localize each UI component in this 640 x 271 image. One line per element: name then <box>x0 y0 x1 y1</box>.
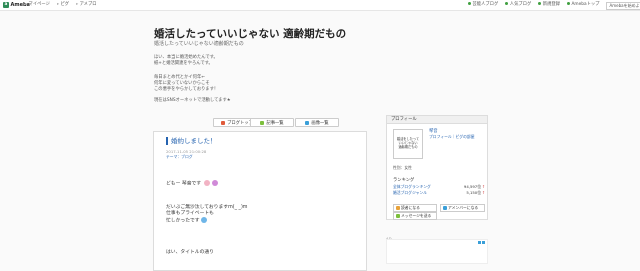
blog-subtitle: 婚活したっていいじゃない適齢期だもの <box>154 41 244 47</box>
dot-icon <box>566 2 570 5</box>
reader-icon <box>396 206 400 210</box>
list-icon <box>260 120 265 125</box>
ranking-row-genre[interactable]: 婚活ブログジャンル 5,150位 ↑ <box>393 190 485 196</box>
reader-button[interactable]: 読者になる <box>393 204 437 212</box>
blog-title[interactable]: 婚活したっていいじゃない 適齢期だもの <box>154 26 346 41</box>
blog-description-1: ほい、本当に婚活始めたんです。 紙+と婚活関連をやろんです。 <box>154 55 218 66</box>
image-list-button[interactable]: 画像一覧 <box>295 118 339 127</box>
home-icon <box>221 120 226 125</box>
global-nav: マイページ ピグ アメブロ <box>25 0 97 10</box>
image-icon <box>305 120 310 125</box>
ameba-logo-icon: a <box>3 2 9 8</box>
nav-link-pigg[interactable]: ピグ <box>57 0 69 10</box>
dot-icon <box>505 2 509 5</box>
rank-up-arrow-icon: ↑ <box>481 190 485 195</box>
ad-banner[interactable] <box>386 239 488 264</box>
header-link-register[interactable]: 新規登録 <box>538 0 560 10</box>
entry-paragraph-2: だいぶご無沙汰しておりますm(_ _)m 仕事もプライベートも 忙しかったです <box>166 205 248 224</box>
nav-link-mypage[interactable]: マイページ <box>25 0 50 10</box>
emoji-icon <box>200 217 207 223</box>
ad-choice-icon[interactable] <box>478 241 485 244</box>
header-link-top[interactable]: Amebaトップ <box>566 0 599 10</box>
entry-list-button[interactable]: 記事一覧 <box>250 118 294 127</box>
avatar[interactable]: 婚活をしたっていいじゃない 適齢期だもの <box>393 129 423 159</box>
amember-button[interactable]: アメンバーになる <box>440 204 485 212</box>
entry-line-1: どもー 琴音です <box>166 180 219 188</box>
amember-icon <box>443 206 447 210</box>
message-button[interactable]: メッセージを送る <box>393 212 437 220</box>
message-icon <box>396 214 400 218</box>
start-ameba-button[interactable]: Amebaを始めよう <box>606 1 640 10</box>
entry-line-4: はい、タイトルの通り <box>166 250 214 255</box>
entry-title[interactable]: 婚約しました！ <box>166 137 217 145</box>
entry-theme[interactable]: テーマ：ブログ <box>166 154 193 160</box>
header-right-links: 芸能人ブログ 人気ブログ 新規登録 Amebaトップ Amebaを始めよう <box>468 0 640 10</box>
header-link-celebrity[interactable]: 芸能人ブログ <box>468 0 498 10</box>
header-link-popular[interactable]: 人気ブログ <box>505 0 531 10</box>
article-panel: 婚約しました！ 2017-11-05 21:00:28 テーマ：ブログ どもー … <box>153 131 367 271</box>
ranking-heading: ランキング <box>393 178 415 183</box>
emoji-icon <box>203 180 210 186</box>
rank-up-arrow-icon: ↑ <box>481 184 485 189</box>
blog-description-3: 現在はSNSオーネットで活動してます★ <box>154 98 231 103</box>
dot-icon <box>468 2 471 5</box>
global-header: a Ameba マイページ ピグ アメブロ 芸能人ブログ 人気ブログ 新規登録 … <box>0 0 640 11</box>
nav-link-ameblo[interactable]: アメブロ <box>76 0 97 10</box>
emoji-icon <box>212 180 219 186</box>
profile-header: プロフィール <box>386 115 488 124</box>
profile-links[interactable]: プロフィール｜ピグの部屋 <box>429 134 475 140</box>
blog-description-2: 毎日まとめ代とかイ何年← 何年に変っていないからこそ この悪手をやらかしておりま… <box>154 75 219 92</box>
profile-panel: 婚活をしたっていいじゃない 適齢期だもの 琴音 プロフィール｜ピグの部屋 性別：… <box>386 124 488 220</box>
dot-icon <box>538 2 542 5</box>
profile-gender: 性別：女性 <box>393 165 412 170</box>
